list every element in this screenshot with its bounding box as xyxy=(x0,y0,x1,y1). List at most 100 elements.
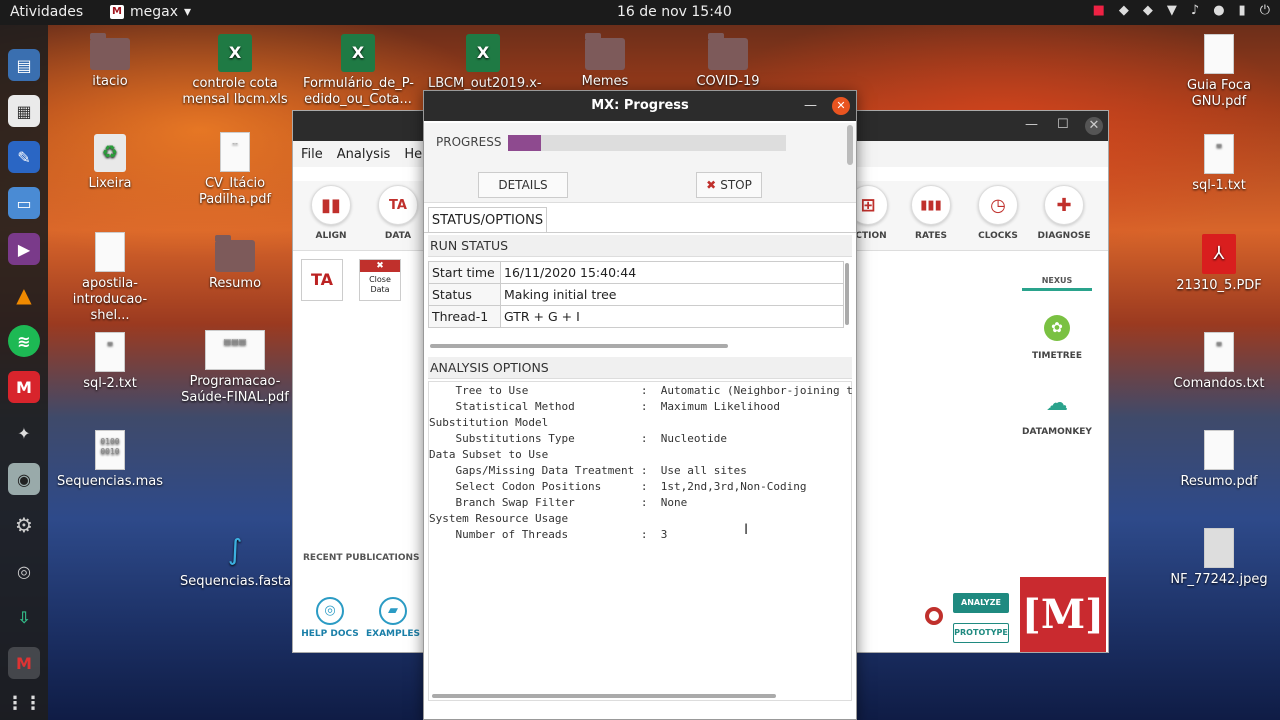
details-button[interactable]: DETAILS xyxy=(478,172,568,198)
microphone-icon[interactable]: ● xyxy=(1213,3,1224,18)
desktop-icon[interactable]: ≡ sql-1.txt xyxy=(1164,134,1274,194)
vlc-icon[interactable]: ▲ xyxy=(8,279,40,311)
lifebuoy-icon: ◎ xyxy=(316,597,344,625)
close-data-button[interactable]: ✖ Close Data xyxy=(359,259,401,301)
desktop-icon[interactable]: -- CV_Itácio Padilha.pdf xyxy=(180,132,290,208)
minimize-icon[interactable]: — xyxy=(1025,117,1038,132)
align-button[interactable]: ▮▮ ALIGN xyxy=(301,185,361,241)
desktop-icon[interactable]: ∫ Sequencias.fasta xyxy=(180,530,291,590)
media-player-icon[interactable]: ▶ xyxy=(8,233,40,265)
scrollbar[interactable] xyxy=(845,263,849,325)
scrollbar[interactable] xyxy=(847,125,853,165)
desktop-icon[interactable]: Resumo.pdf xyxy=(1164,430,1274,490)
dropbox-icon[interactable]: ◆ xyxy=(1119,3,1129,18)
system-tray[interactable]: ■ ◆ ◆ ▼ ♪ ● ▮ ⏻ xyxy=(1093,3,1270,18)
image-viewer-icon[interactable]: ◉ xyxy=(8,463,40,495)
diagnose-button[interactable]: ✚ DIAGNOSE xyxy=(1034,185,1094,241)
menu-file[interactable]: File xyxy=(301,147,323,167)
desktop-icon[interactable]: X Formulário_de_P-edido_ou_Cota... xyxy=(303,34,414,108)
maximize-icon[interactable]: ☐ xyxy=(1057,117,1069,132)
document-viewer-icon[interactable]: ▦ xyxy=(8,95,40,127)
desktop-icon[interactable]: ≡ sql-2.txt xyxy=(55,332,165,392)
settings-icon[interactable]: ⚙ xyxy=(8,509,40,541)
gimp-icon[interactable]: ✦ xyxy=(8,417,40,449)
nexus-tab[interactable]: NEXUS xyxy=(1012,276,1102,285)
timetree-link[interactable]: ✿ TIMETREE xyxy=(1012,315,1102,361)
desktop-icon[interactable]: COVID-19 xyxy=(673,33,783,90)
desktop-icon[interactable]: NF_77242.jpeg xyxy=(1164,528,1274,588)
desktop-icon[interactable]: 0100 0010 Sequencias.mas xyxy=(55,430,165,490)
progress-dialog: MX: Progress — ✕ PROGRESS DETAILS ✖ STOP … xyxy=(423,90,857,720)
download-icon[interactable]: ⇩ xyxy=(8,601,40,633)
data-button[interactable]: TA DATA xyxy=(368,185,428,241)
desktop-icon-label: Formulário_de_P-edido_ou_Cota... xyxy=(303,76,414,107)
spotify-icon[interactable]: ≋ xyxy=(8,325,40,357)
desktop-icon[interactable]: Memes xyxy=(550,33,660,90)
desktop-icon[interactable]: ⅄ 21310_5.PDF xyxy=(1164,234,1274,294)
files-icon[interactable]: ▤ xyxy=(8,49,40,81)
show-applications-icon[interactable]: ⋮⋮ xyxy=(6,687,42,719)
desktop-icon[interactable]: Resumo xyxy=(180,235,290,292)
active-data-card[interactable]: TA xyxy=(301,259,343,301)
app-menu[interactable]: M megax ▾ xyxy=(110,4,191,20)
screen-record-icon[interactable]: ■ xyxy=(1093,3,1105,18)
tool-label: DIAGNOSE xyxy=(1037,231,1091,241)
folder-home-icon xyxy=(90,33,130,70)
desktop-icon-label: Guia Foca GNU.pdf xyxy=(1186,78,1252,109)
desktop-icon-label: NF_77242.jpeg xyxy=(1170,572,1268,587)
help-docs-button[interactable]: ◎ HELP DOCS xyxy=(300,597,360,639)
clock[interactable]: 16 de nov 15:40 xyxy=(617,4,732,20)
scrollbar[interactable] xyxy=(432,694,776,698)
desktop-icon[interactable]: Guia Foca GNU.pdf xyxy=(1164,34,1274,110)
remote-desktop-icon[interactable]: ▭ xyxy=(8,187,40,219)
tab-status-options[interactable]: STATUS/OPTIONS xyxy=(428,207,547,233)
menu-analysis[interactable]: Analysis xyxy=(337,147,391,167)
lifebuoy-icon[interactable] xyxy=(925,607,943,625)
spreadsheet-icon: X xyxy=(466,34,500,72)
close-icon[interactable]: ✕ xyxy=(1085,117,1103,135)
document-icon: ▤▤▤ xyxy=(205,330,265,370)
desktop-icon[interactable]: itacio xyxy=(55,33,165,90)
datamonkey-link[interactable]: ☁ DATAMONKEY xyxy=(1012,391,1102,437)
dropbox-sync-icon[interactable]: ◆ xyxy=(1143,3,1153,18)
scrollbar[interactable] xyxy=(430,344,728,348)
table-row: Thread-1 GTR + G + I xyxy=(428,305,844,328)
desktop-icon[interactable]: apostila-introducao-shel... xyxy=(55,232,165,324)
run-status-value: GTR + G + I xyxy=(500,305,844,328)
power-menu-icon[interactable]: ⏻ xyxy=(1260,3,1270,18)
stop-button[interactable]: ✖ STOP xyxy=(696,172,762,198)
rates-button[interactable]: ▮▮▮ RATES xyxy=(901,185,961,241)
timetree-label: TIMETREE xyxy=(1032,351,1082,361)
close-icon[interactable]: ✕ xyxy=(832,97,850,115)
desktop-icon[interactable]: X controle cota mensal lbcm.xls xyxy=(180,34,290,108)
volume-icon[interactable]: ♪ xyxy=(1191,3,1199,18)
battery-icon[interactable]: ▮ xyxy=(1239,3,1246,18)
mega-dock-icon[interactable]: M xyxy=(8,647,40,679)
prototype-button[interactable]: PROTOTYPE xyxy=(953,623,1009,643)
analysis-options-text: Tree to Use : Automatic (Neighbor-joinin… xyxy=(429,384,853,541)
document-icon xyxy=(95,232,125,272)
image-file-icon xyxy=(1204,528,1234,568)
activities-button[interactable]: Atividades xyxy=(10,4,83,20)
desktop-icon[interactable]: X LBCM_out2019.x- xyxy=(428,34,542,92)
clocks-button[interactable]: ◷ CLOCKS xyxy=(968,185,1028,241)
wifi-icon[interactable]: ▼ xyxy=(1167,3,1177,18)
desktop-icon[interactable]: ▤▤▤ Programacao-Saúde-FINAL.pdf xyxy=(180,330,290,406)
menu-help[interactable]: He xyxy=(404,147,422,167)
text-editor-icon[interactable]: ✎ xyxy=(8,141,40,173)
desktop-icon[interactable]: ♻ Lixeira xyxy=(55,134,165,192)
minimize-icon[interactable]: — xyxy=(804,91,817,121)
run-status-value: 16/11/2020 15:40:44 xyxy=(500,261,844,284)
disk-icon[interactable]: ◎ xyxy=(8,555,40,587)
help-docs-label: HELP DOCS xyxy=(301,629,359,639)
analyze-button[interactable]: ANALYZE xyxy=(953,593,1009,613)
document-icon: -- xyxy=(220,132,250,172)
progress-bar-fill xyxy=(508,135,542,151)
chevron-down-icon: ▾ xyxy=(184,4,192,20)
desktop-icon[interactable]: ≡ Comandos.txt xyxy=(1164,332,1274,392)
text-file-icon: ≡ xyxy=(95,332,125,372)
examples-button[interactable]: ▰ EXAMPLES xyxy=(363,597,423,639)
data-icon: TA xyxy=(378,185,418,225)
folder-open-icon: ▰ xyxy=(379,597,407,625)
mendeley-icon[interactable]: M xyxy=(8,371,40,403)
